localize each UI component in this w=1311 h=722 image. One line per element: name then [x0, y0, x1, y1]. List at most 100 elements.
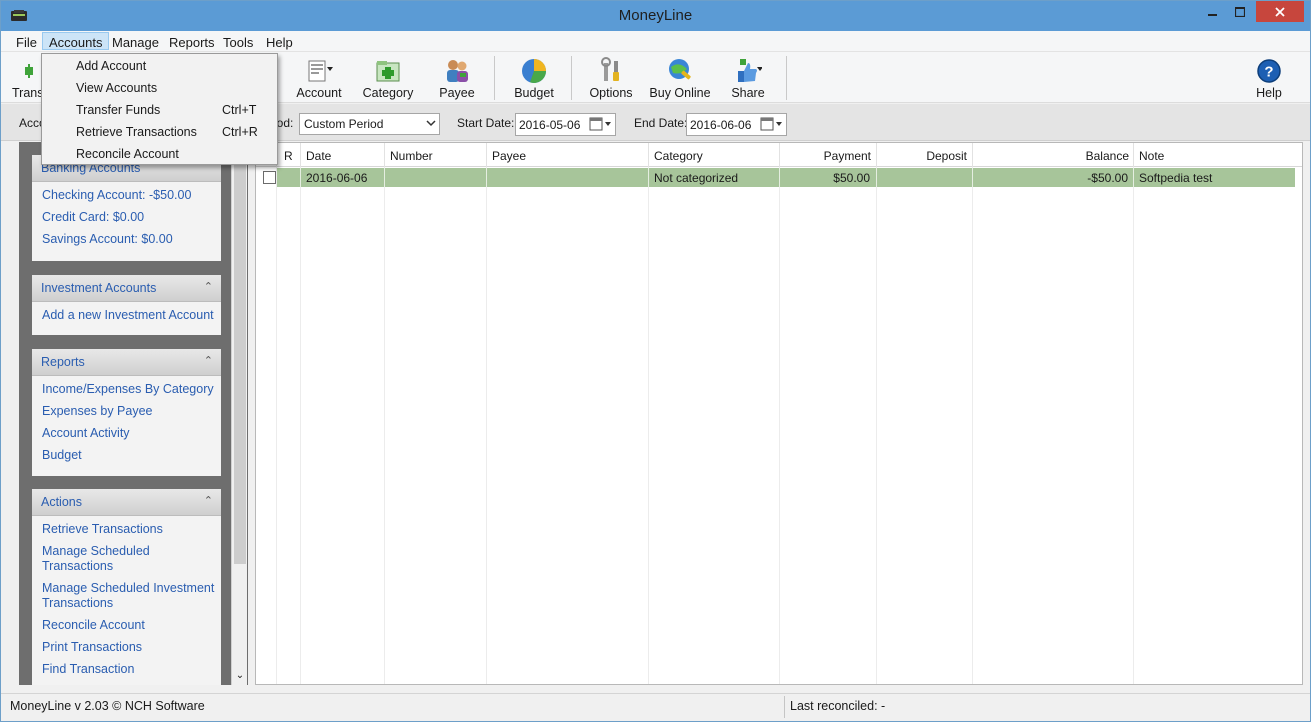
share-button[interactable]: Share [725, 55, 771, 101]
link-savings-account[interactable]: Savings Account: $0.00 [42, 232, 221, 247]
collapse-icon[interactable]: ⌃ [204, 494, 213, 507]
actions-header[interactable]: Actions ⌃ [32, 489, 221, 516]
menu-help[interactable]: Help [260, 33, 299, 51]
globe-icon [669, 59, 691, 80]
menu-reports[interactable]: Reports [163, 33, 221, 51]
cell-separator [648, 168, 649, 187]
link-checking-account[interactable]: Checking Account: -$50.00 [42, 188, 221, 203]
link-credit-card[interactable]: Credit Card: $0.00 [42, 210, 221, 225]
calendar-icon[interactable] [760, 116, 784, 133]
payee-button[interactable]: Payee [431, 55, 483, 101]
link-manage-scheduled-transactions[interactable]: Manage Scheduled Transactions [42, 544, 162, 574]
menu-item-add-account[interactable]: Add Account [42, 55, 277, 77]
start-date-label: Start Date: [457, 116, 515, 130]
column-line [276, 167, 277, 684]
column-separator [384, 143, 385, 167]
minimize-icon [1208, 13, 1217, 16]
column-line [779, 167, 780, 684]
menu-manage[interactable]: Manage [106, 33, 165, 51]
cell-separator [779, 168, 780, 187]
maximize-button[interactable] [1227, 1, 1253, 22]
column-separator [779, 143, 780, 167]
account-label: Account [296, 86, 342, 100]
column-header-note[interactable]: Note [1139, 149, 1164, 163]
maximize-icon [1235, 6, 1245, 17]
cell-category: Not categorized [654, 171, 739, 185]
investment-accounts-group: Investment Accounts ⌃ Add a new Investme… [32, 275, 221, 335]
reconciled-checkbox[interactable] [263, 171, 276, 184]
link-print-transactions[interactable]: Print Transactions [42, 640, 212, 655]
period-select[interactable]: Custom Period [299, 113, 440, 135]
menu-item-retrieve-transactions[interactable]: Retrieve Transactions Ctrl+R [42, 121, 277, 143]
calendar-icon[interactable] [589, 116, 613, 133]
link-add-investment-account[interactable]: Add a new Investment Account [42, 308, 221, 323]
column-header-payee[interactable]: Payee [492, 149, 526, 163]
menu-item-shortcut: Ctrl+T [222, 103, 257, 117]
toolbar-separator [786, 56, 787, 100]
menu-item-view-accounts[interactable]: View Accounts [42, 77, 277, 99]
status-bar: MoneyLine v 2.03 © NCH Software Last rec… [1, 693, 1310, 721]
column-header-category[interactable]: Category [654, 149, 703, 163]
link-manage-scheduled-investment-transactions[interactable]: Manage Scheduled Investment Transactions [42, 581, 217, 611]
minimize-button[interactable] [1200, 1, 1226, 22]
reports-header[interactable]: Reports ⌃ [32, 349, 221, 376]
link-find-transaction[interactable]: Find Transaction [42, 662, 212, 677]
column-line [972, 167, 973, 684]
cell-separator [1133, 168, 1134, 187]
actions-title: Actions [41, 495, 82, 509]
chevron-down-icon [426, 120, 436, 127]
link-budget[interactable]: Budget [42, 448, 221, 463]
scrollbar-thumb[interactable] [234, 144, 246, 564]
column-line [1133, 167, 1134, 684]
menu-item-label: Transfer Funds [76, 103, 161, 117]
column-header-balance[interactable]: Balance [974, 149, 1129, 163]
menu-item-label: Retrieve Transactions [76, 125, 197, 139]
options-button[interactable]: Options [585, 55, 637, 101]
collapse-icon[interactable]: ⌃ [204, 354, 213, 367]
toolbar-separator [571, 56, 572, 100]
scroll-down-icon[interactable]: ⌄ [234, 670, 246, 682]
link-income-expenses-by-category[interactable]: Income/Expenses By Category [42, 382, 221, 397]
cell-separator [384, 168, 385, 187]
close-icon [1275, 6, 1285, 17]
share-label: Share [731, 86, 765, 100]
cell-separator [300, 168, 301, 187]
investment-accounts-header[interactable]: Investment Accounts ⌃ [32, 275, 221, 302]
start-date-field[interactable]: 2016-05-06 [515, 113, 616, 136]
column-line [876, 167, 877, 684]
column-header-deposit[interactable]: Deposit [878, 149, 967, 163]
share-icon [738, 59, 762, 82]
link-retrieve-transactions[interactable]: Retrieve Transactions [42, 522, 212, 537]
account-button[interactable]: Account [291, 55, 347, 101]
link-reconcile-account[interactable]: Reconcile Account [42, 618, 212, 633]
collapse-icon[interactable]: ⌃ [204, 280, 213, 293]
column-header-number[interactable]: Number [390, 149, 433, 163]
buy-online-label: Buy Online [649, 86, 711, 100]
window-title: MoneyLine [618, 7, 693, 24]
grid-header: R Date Number Payee Category Payment Dep… [256, 143, 1302, 167]
menu-file[interactable]: File [10, 33, 43, 51]
menu-tools[interactable]: Tools [217, 33, 259, 51]
sidebar-scrollbar[interactable]: ⌄ [231, 142, 247, 685]
column-header-payment[interactable]: Payment [781, 149, 871, 163]
budget-button[interactable]: Budget [507, 55, 561, 101]
end-date-field[interactable]: 2016-06-06 [686, 113, 787, 136]
column-header-date[interactable]: Date [306, 149, 331, 163]
cell-date: 2016-06-06 [306, 171, 368, 185]
buy-online-button[interactable]: Buy Online [647, 55, 713, 101]
reports-group: Reports ⌃ Income/Expenses By Category Ex… [32, 349, 221, 476]
link-expenses-by-payee[interactable]: Expenses by Payee [42, 404, 221, 419]
menu-accounts[interactable]: Accounts [42, 32, 110, 50]
help-button[interactable]: ? Help [1249, 55, 1289, 101]
menu-item-reconcile-account[interactable]: Reconcile Account [42, 143, 277, 165]
payee-label: Payee [439, 86, 475, 100]
column-header-r[interactable]: R [284, 149, 293, 163]
column-separator [1133, 143, 1134, 167]
menu-item-label: Add Account [76, 59, 147, 73]
link-account-activity[interactable]: Account Activity [42, 426, 221, 441]
menu-item-transfer-funds[interactable]: Transfer Funds Ctrl+T [42, 99, 277, 121]
category-button[interactable]: Category [359, 55, 417, 101]
category-label: Category [362, 86, 414, 100]
table-row[interactable]: 2016-06-06 Not categorized $50.00 -$50.0… [277, 168, 1295, 187]
close-button[interactable] [1256, 1, 1304, 22]
